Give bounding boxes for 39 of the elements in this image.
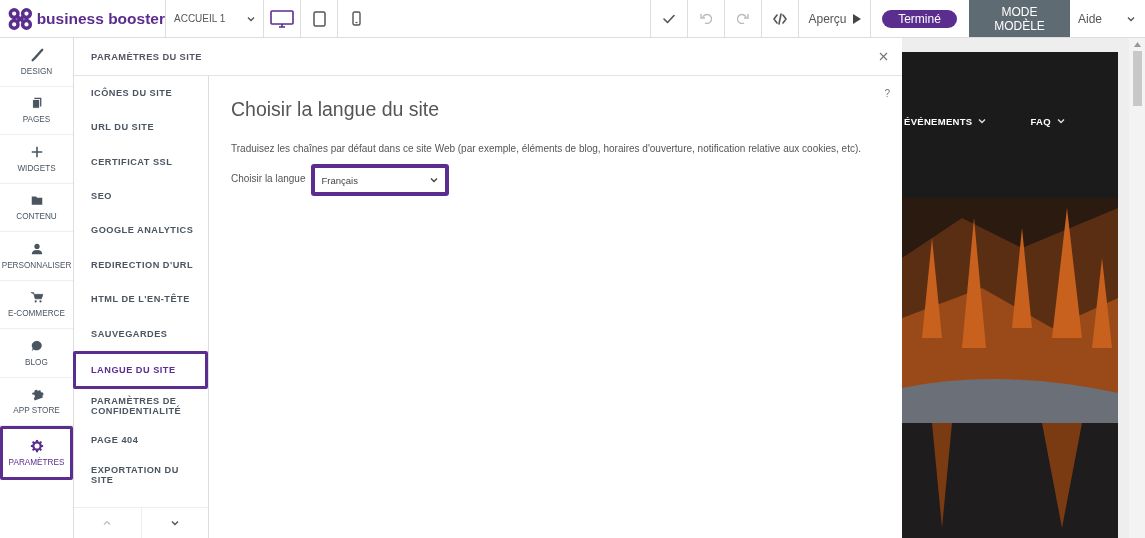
field-label: Choisir la langue [231,172,306,184]
menu-item[interactable]: FAQ [1030,115,1065,127]
logo-text: business booster [36,9,165,28]
description-text: Traduisez les chaînes par défaut dans ce site Web (par exemple, éléments de blog, horaires d'ouverture, notification relative aux cookies, etc). [231,143,863,154]
pages-icon [29,96,44,111]
desktop-icon [270,9,294,28]
plus-icon [29,144,44,159]
panel-title: PARAMÈTRES DU SITE [91,51,202,62]
person-icon [29,241,44,256]
menu-item[interactable]: ÉVÉNEMENTS [904,115,987,127]
language-select[interactable]: Français [310,164,449,196]
close-icon[interactable] [879,52,888,61]
chevron-up-icon [103,520,112,526]
puzzle-icon [29,387,44,402]
sidebar-item[interactable]: PARAMÈTRES [0,426,73,480]
section-heading: Choisir la langue du site [231,98,441,121]
done-button[interactable]: Terminé [882,9,957,28]
chat-icon [29,338,44,353]
check-icon [663,13,675,24]
chevron-down-icon [1127,15,1135,22]
cart-icon [29,290,44,305]
play-icon [852,13,861,24]
phone-icon [351,11,361,26]
template-mode-button[interactable]: MODE MODÈLE [969,0,1070,37]
brush-icon [29,47,44,62]
undo-icon [700,13,712,24]
settings-item[interactable]: LANGUE DU SITE [73,351,208,390]
tablet-icon [312,10,326,27]
code-icon [773,12,787,25]
chevron-down-icon [978,118,987,124]
chevron-down-icon [429,177,438,183]
chevron-down-icon [1056,118,1065,124]
scroll-up-icon[interactable] [1133,42,1141,47]
chevron-down-icon [170,520,179,526]
redo-icon [737,13,749,24]
help-link[interactable]: ? [884,88,890,99]
gear-icon [29,439,44,453]
chevron-down-icon [247,15,255,22]
scrollbar-thumb[interactable] [1132,51,1142,106]
